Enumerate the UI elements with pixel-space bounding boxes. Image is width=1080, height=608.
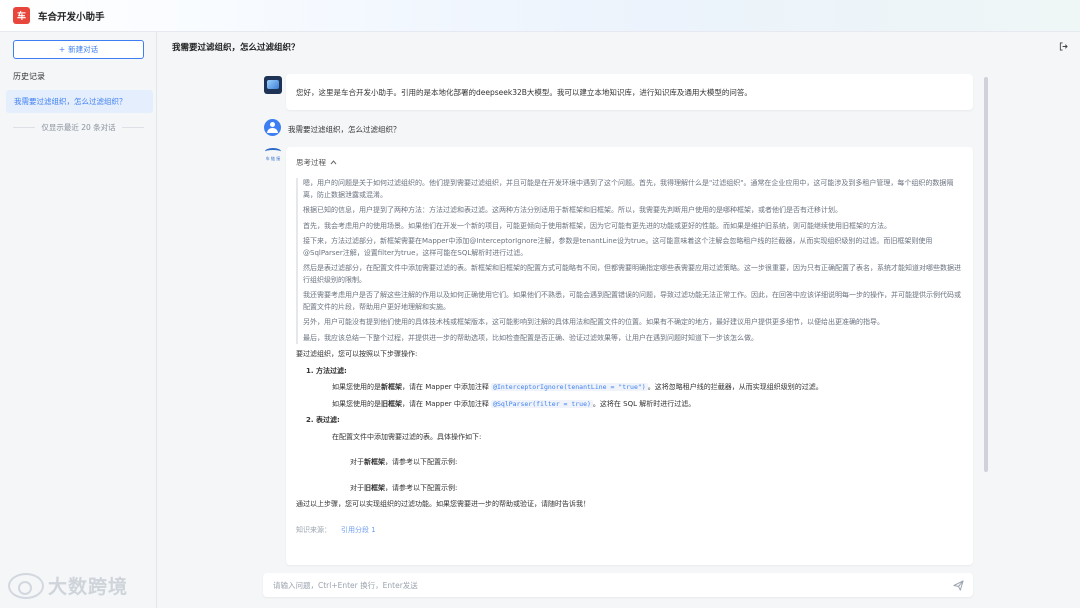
step-title: 2. 表过滤:	[306, 416, 340, 424]
thinking-paragraph: 根据已知的信息，用户提到了两种方法：方法过滤和表过滤。这两种方法分别适用于新框架…	[303, 206, 842, 214]
text-span: 。这将忽略租户线的拦截器，从而实现组织级别的过滤。	[647, 383, 823, 391]
thinking-paragraph: 接下来，方法过滤部分，新框架需要在Mapper中添加@InterceptorIg…	[303, 237, 933, 257]
answer-outro: 通过以上步骤，您可以实现组织的过滤功能。如果您需要进一步的帮助或验证，请随时告诉…	[296, 500, 590, 508]
bot-logo-icon: 车 链 接	[262, 148, 284, 170]
text-span: 如果您使用的是	[332, 399, 381, 408]
thinking-paragraph: 我还需要考虑用户是否了解这些注解的作用以及如何正确使用它们。如果他们不熟悉，可能…	[303, 291, 961, 311]
history-title: 历史记录	[13, 72, 45, 81]
step-line: 如果您使用的是旧框架，请在 Mapper 中添加注释 @SqlParser(fi…	[332, 399, 963, 411]
framework-name: 旧框架	[381, 399, 402, 408]
answer-content: 要过滤组织，您可以按照以下步骤操作: 1. 方法过滤: 如果您使用的是新框架，请…	[296, 349, 963, 536]
sources-row: 知识来源： 引用分段 1	[296, 525, 963, 537]
thinking-paragraph: 然后是表过滤部分，在配置文件中添加需要过滤的表。新框架和旧框架的配置方式可能略有…	[303, 264, 961, 284]
history-note: 仅显示最近 20 条对话	[13, 122, 144, 133]
text-span: ，请参考以下配置示例:	[385, 483, 458, 492]
history-note-text: 仅显示最近 20 条对话	[41, 123, 116, 132]
step-title: 1. 方法过滤:	[306, 366, 347, 375]
welcome-message: 您好，这里是车合开发小助手。引用的是本地化部署的deepseek32B大模型。我…	[286, 74, 973, 110]
export-icon[interactable]	[1059, 42, 1068, 51]
answer-message: 思考过程 嗯，用户的问题是关于如何过滤组织的。他们提到需要过滤组织，并且可能是在…	[286, 147, 973, 565]
thinking-paragraph: 另外，用户可能没有提到他们使用的具体技术栈或框架版本，这可能影响到注解的具体用法…	[303, 318, 884, 326]
thinking-paragraph: 最后，我应该总结一下整个过程，并提供进一步的帮助选项，比如检查配置是否正确、验证…	[303, 333, 758, 342]
plus-icon: +	[58, 45, 66, 54]
watermark-text: 大数跨境	[48, 576, 129, 598]
scrollbar[interactable]	[984, 77, 988, 472]
top-bar: 车 车合开发小助手	[0, 0, 1080, 32]
step-line: 如果您使用的是新框架，请在 Mapper 中添加注释 @InterceptorI…	[332, 382, 963, 394]
source-reference-link[interactable]: 引用分段 1	[341, 525, 376, 537]
config-line: 对于新框架，请参考以下配置示例:	[350, 457, 963, 469]
wing-shape	[265, 148, 281, 155]
framework-name: 新框架	[364, 458, 385, 466]
message-input[interactable]: 请输入问题，Ctrl+Enter 换行，Enter发送	[263, 573, 973, 597]
bot-avatar	[264, 76, 282, 94]
app-title: 车合开发小助手	[38, 11, 105, 23]
thinking-toggle[interactable]: 思考过程	[296, 157, 963, 168]
sidebar: + 新建对话 历史记录 我需要过滤组织，怎么过滤组织？ 仅显示最近 20 条对话	[0, 32, 157, 608]
chat-title: 我需要过滤组织，怎么过滤组织？	[172, 43, 300, 53]
divider	[13, 127, 36, 128]
input-placeholder: 请输入问题，Ctrl+Enter 换行，Enter发送	[273, 580, 418, 590]
framework-name: 新框架	[381, 383, 402, 391]
thinking-content: 嗯，用户的问题是关于如何过滤组织的。他们提到需要过滤组织，并且可能是在开发环境中…	[296, 178, 963, 344]
config-line: 对于旧框架，请参考以下配置示例:	[350, 483, 963, 495]
watermark: 大数跨境	[8, 572, 128, 599]
code-snippet: @InterceptorIgnore(tenantLine = "true")	[491, 383, 648, 391]
history-item[interactable]: 我需要过滤组织，怎么过滤组织？	[6, 90, 153, 113]
text-span: ，请在 Mapper 中添加注释	[402, 383, 492, 391]
text-span: 如果您使用的是	[332, 383, 381, 391]
divider	[121, 127, 144, 128]
new-chat-button[interactable]: + 新建对话	[13, 40, 144, 59]
text-span: 。这将在 SQL 解析时进行过滤。	[592, 399, 696, 408]
text-span: 对于	[350, 483, 364, 492]
sources-label: 知识来源：	[296, 525, 331, 534]
thinking-paragraph: 嗯，用户的问题是关于如何过滤组织的。他们提到需要过滤组织，并且可能是在开发环境中…	[303, 179, 954, 199]
text-span: 对于	[350, 458, 364, 466]
bot-logo-text: 车 链 接	[265, 156, 281, 161]
chat-main: 我需要过滤组织，怎么过滤组织？ 您好，这里是车合开发小助手。引用的是本地化部署的…	[158, 32, 1080, 608]
new-chat-label: 新建对话	[68, 45, 99, 54]
answer-intro: 要过滤组织，您可以按照以下步骤操作:	[296, 350, 418, 358]
code-snippet: @SqlParser(filter = true)	[491, 399, 593, 408]
thinking-paragraph: 首先，我会考虑用户的使用场景。如果他们在开发一个新的项目，可能更倾向于使用新框架…	[303, 221, 891, 230]
step-line: 在配置文件中添加需要过滤的表。具体操作如下:	[332, 432, 482, 441]
chevron-up-icon	[330, 160, 337, 165]
text-span: ，请参考以下配置示例:	[385, 458, 458, 466]
thinking-label: 思考过程	[296, 158, 326, 167]
user-avatar	[264, 119, 281, 136]
app-logo: 车	[13, 7, 30, 24]
watermark-logo-icon	[8, 572, 44, 599]
text-span: ，请在 Mapper 中添加注释	[402, 399, 492, 408]
user-message: 我需要过滤组织，怎么过滤组织？	[288, 125, 401, 134]
framework-name: 旧框架	[364, 483, 385, 492]
send-icon[interactable]	[953, 580, 964, 591]
